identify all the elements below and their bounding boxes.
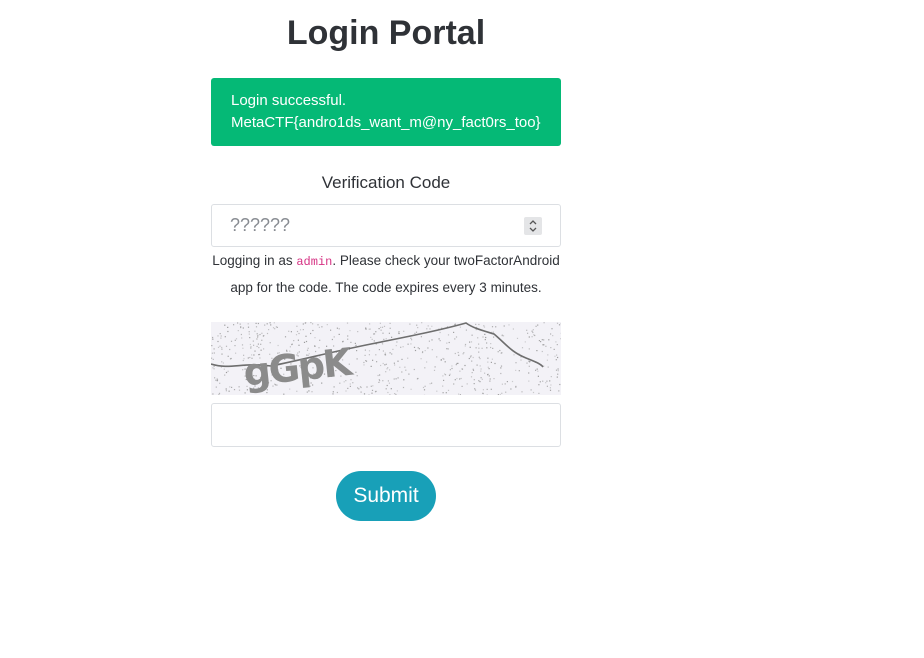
login-form: Login Portal Login successful. MetaCTF{a… — [211, 0, 561, 521]
verification-code-label: Verification Code — [321, 173, 451, 192]
number-stepper-icon[interactable] — [524, 217, 542, 235]
verification-code-input[interactable] — [212, 205, 530, 246]
success-alert: Login successful. MetaCTF{andro1ds_want_… — [211, 78, 561, 146]
alert-flag: MetaCTF{andro1ds_want_m@ny_fact0rs_too} — [231, 114, 541, 131]
verification-code-field[interactable] — [211, 204, 561, 247]
page-title: Login Portal — [286, 14, 486, 52]
username-code: admin — [296, 255, 333, 269]
captcha-image: gGpK — [211, 322, 561, 395]
hint-prefix: Logging in as — [212, 253, 297, 268]
login-hint: Logging in as admin. Please check your t… — [207, 248, 565, 301]
captcha-input[interactable] — [211, 403, 561, 447]
captcha-graphic: gGpK — [211, 322, 561, 395]
alert-message: Login successful. — [231, 92, 347, 109]
submit-button[interactable]: Submit — [336, 471, 436, 521]
